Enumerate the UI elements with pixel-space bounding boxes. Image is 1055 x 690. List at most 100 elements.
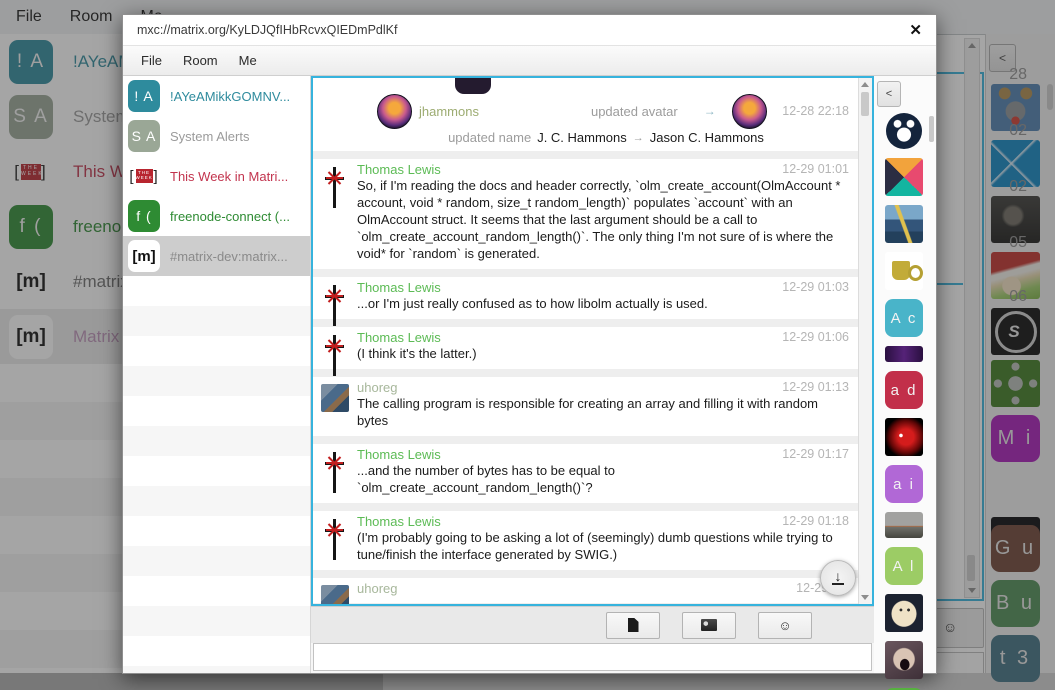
down-arrow-bar — [832, 583, 844, 585]
event-sender: jhammons — [419, 104, 479, 119]
menu-me[interactable]: Me — [239, 53, 257, 68]
message-sender: uhoreg — [357, 380, 849, 395]
message: 12-29 01:03 Thomas Lewis ...or I'm just … — [313, 277, 859, 319]
member-avatar-demon[interactable] — [885, 418, 923, 456]
message: 12-29 01:17 Thomas Lewis ...and the numb… — [313, 444, 859, 503]
emoji-icon: ☺ — [778, 618, 791, 633]
dialog-titlebar[interactable]: mxc://matrix.org/KyLDJQfIHbRcvxQIEDmPdlK… — [123, 15, 936, 46]
room-label: !AYeAMikkGOMNV... — [170, 89, 290, 104]
member-avatar-dog[interactable] — [885, 594, 923, 632]
room-list: ! A !AYeAMikkGOMNV... S A System Alerts … — [123, 76, 311, 673]
message-timeline[interactable]: jhammons updated avatar → 12-28 22:18 up… — [311, 76, 874, 606]
chevron-left-icon: < — [886, 88, 892, 100]
room-item[interactable]: f ( freenode-connect (... — [123, 196, 310, 236]
room-avatar: [m] — [128, 240, 160, 272]
avatar-initials: A l — [893, 558, 916, 575]
room-item[interactable]: [THE WEEK] This Week in Matri... — [123, 156, 310, 196]
message-clipped: 12-29 01: uhoreg — [313, 578, 859, 603]
room-avatar: f ( — [128, 200, 160, 232]
new-display-name: Jason C. Hammons — [650, 130, 764, 145]
room-label: freenode-connect (... — [170, 209, 290, 224]
composer-toolbar: ☺ — [311, 606, 874, 643]
message-text: ...and the number of bytes has to be equ… — [357, 462, 849, 496]
member-avatar-scream[interactable] — [885, 641, 923, 679]
close-icon[interactable]: ✕ — [909, 21, 922, 39]
message-timestamp: 12-29 01:18 — [782, 514, 849, 528]
bracket: [ — [129, 168, 134, 185]
message-text: ...or I'm just really confused as to how… — [357, 295, 849, 312]
message-sender: Thomas Lewis — [357, 447, 849, 462]
room-avatar-twim: [THE WEEK] — [128, 160, 160, 192]
arrow-right-icon: → — [704, 104, 716, 118]
dialog-menubar: File Room Me — [123, 46, 936, 76]
member-avatar-github[interactable] — [886, 113, 922, 149]
room-list-empty-area — [123, 276, 310, 673]
timeline-scrollbar[interactable] — [858, 78, 872, 604]
member-avatar-ac[interactable]: A c — [885, 299, 923, 337]
member-avatar-mug[interactable] — [885, 252, 923, 290]
member-avatar-checker[interactable] — [885, 158, 923, 196]
image-icon — [701, 619, 717, 631]
room-avatar: S A — [128, 120, 160, 152]
message: 12-29 01:13 uhoreg The calling program i… — [313, 377, 859, 436]
emoji-button[interactable]: ☺ — [758, 612, 812, 639]
menu-file[interactable]: File — [141, 53, 162, 68]
screen: File Room Me ! A !AYeAMikkGOMNV... S A S… — [0, 0, 1055, 690]
message-timestamp: 12-29 01:17 — [782, 447, 849, 461]
room-item-selected[interactable]: [m] #matrix-dev:matrix... — [123, 236, 310, 276]
cross-avatar — [320, 517, 350, 563]
state-event-block: jhammons updated avatar → 12-28 22:18 up… — [313, 78, 859, 151]
twim-logo: THE WEEK — [136, 169, 153, 183]
room-item[interactable]: S A System Alerts — [123, 116, 310, 156]
message-text: The calling program is responsible for c… — [357, 395, 849, 429]
message-sender: Thomas Lewis — [357, 162, 849, 177]
message-input[interactable] — [313, 643, 872, 671]
cross-avatar — [320, 333, 350, 379]
message-timestamp: 12-29 01:03 — [782, 280, 849, 294]
room-label: This Week in Matri... — [170, 169, 288, 184]
message-timestamp: 12-29 01:01 — [782, 162, 849, 176]
room-item[interactable]: ! A !AYeAMikkGOMNV... — [123, 76, 310, 116]
attach-file-button[interactable] — [606, 612, 660, 639]
scroll-up-icon[interactable] — [861, 82, 869, 87]
message-text: (I'm probably going to be asking a lot o… — [357, 529, 849, 563]
message-text: (I think it's the latter.) — [357, 345, 849, 362]
event-timestamp: 12-28 22:18 — [782, 104, 849, 118]
message: 12-29 01:01 Thomas Lewis So, if I'm read… — [313, 159, 859, 269]
jhammons-new-avatar — [732, 94, 767, 129]
arrow-right-icon: → — [633, 132, 644, 144]
message-sender: Thomas Lewis — [357, 514, 849, 529]
uhoreg-avatar — [321, 585, 349, 606]
member-avatar-ai[interactable]: a i — [885, 465, 923, 503]
attach-image-button[interactable] — [682, 612, 736, 639]
member-avatar-plane-photo[interactable] — [885, 205, 923, 243]
member-avatar-landscape[interactable] — [885, 512, 923, 538]
member-list-scrollbar[interactable] — [929, 116, 934, 142]
clipped-avatar — [455, 78, 491, 94]
room-label: System Alerts — [170, 129, 249, 144]
jhammons-avatar — [377, 94, 412, 129]
image-viewer-dialog: mxc://matrix.org/KyLDJQfIHbRcvxQIEDmPdlK… — [122, 14, 937, 674]
member-avatar-banner[interactable] — [885, 346, 923, 362]
scroll-down-icon[interactable] — [861, 595, 869, 600]
cross-avatar — [320, 165, 350, 211]
bracket: ] — [154, 168, 159, 185]
cross-avatar — [320, 450, 350, 496]
down-arrow-icon: ↓ — [835, 571, 842, 582]
file-icon — [628, 618, 639, 632]
old-display-name: J. C. Hammons — [537, 130, 627, 145]
menu-room[interactable]: Room — [183, 53, 218, 68]
cross-avatar — [320, 283, 350, 329]
message: 12-29 01:18 Thomas Lewis (I'm probably g… — [313, 511, 859, 570]
jump-to-bottom-button[interactable]: ↓ — [820, 560, 856, 596]
message: 12-29 01:06 Thomas Lewis (I think it's t… — [313, 327, 859, 369]
member-avatar-ad[interactable]: a d — [885, 371, 923, 409]
event-action: updated name — [448, 130, 531, 145]
collapse-members-button[interactable]: < — [877, 81, 901, 107]
scrollbar-handle[interactable] — [861, 92, 869, 116]
message-timestamp: 12-29 01:06 — [782, 330, 849, 344]
uhoreg-avatar — [321, 384, 349, 412]
chat-column: jhammons updated avatar → 12-28 22:18 up… — [311, 76, 874, 673]
avatar-initials: A c — [891, 310, 918, 327]
member-avatar-al[interactable]: A l — [885, 547, 923, 585]
